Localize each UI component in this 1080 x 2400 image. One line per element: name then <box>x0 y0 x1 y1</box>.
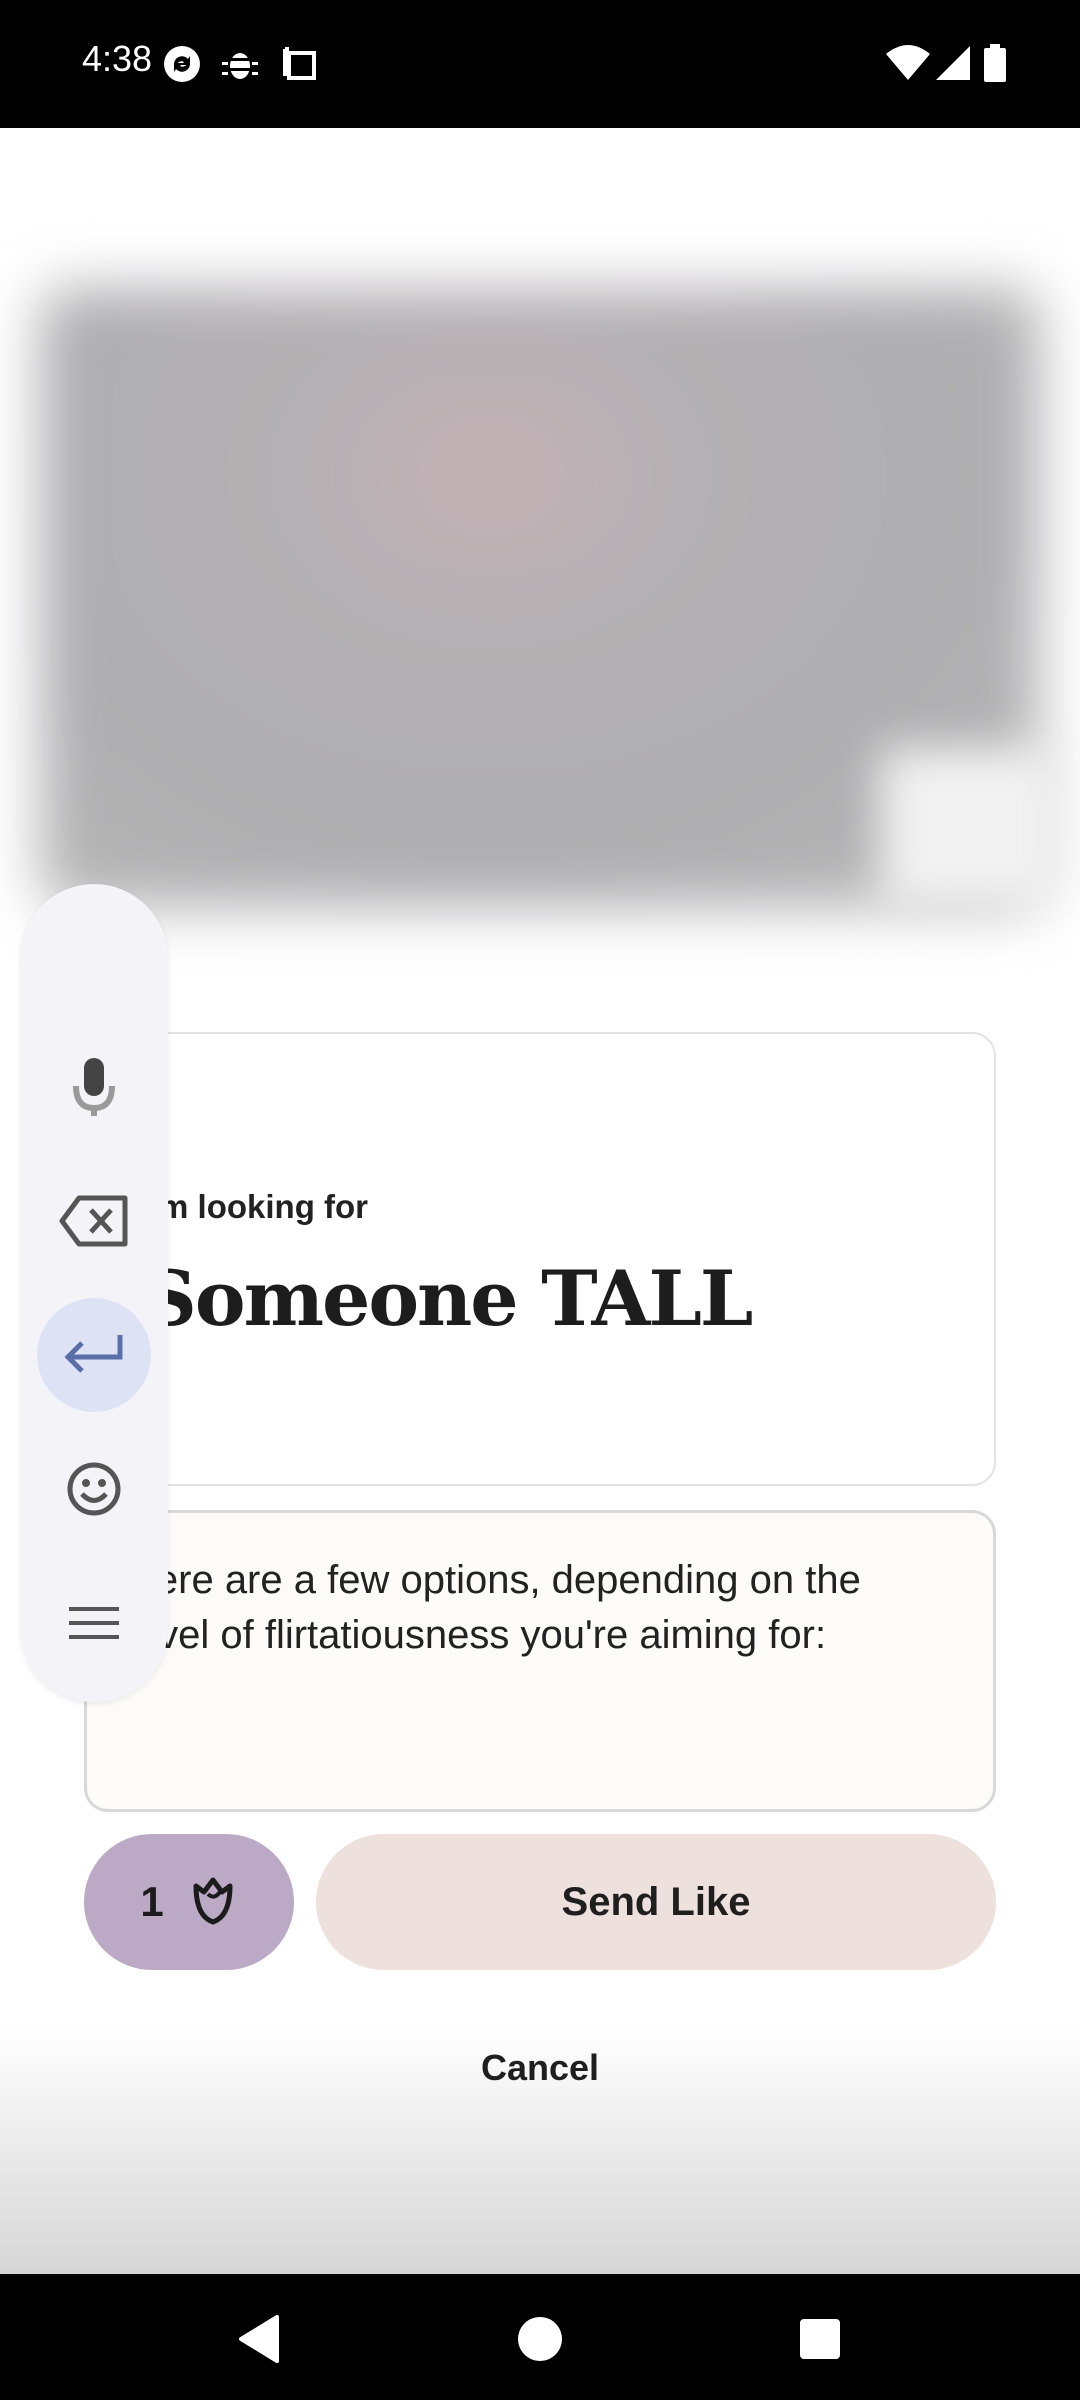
rose-icon <box>188 1872 238 1933</box>
recents-icon[interactable] <box>775 2294 865 2384</box>
comment-input[interactable]: Here are a few options, depending on the… <box>84 1510 996 1812</box>
home-icon[interactable] <box>495 2294 585 2384</box>
menu-icon[interactable] <box>37 1566 151 1680</box>
prompt-answer: Someone TALL <box>142 1254 753 1343</box>
prompt-card: I'm looking for Someone TALL <box>84 1032 996 1486</box>
bug-icon <box>222 44 262 84</box>
enter-icon[interactable] <box>37 1298 151 1412</box>
comment-text: Here are a few options, depending on the… <box>127 1558 861 1657</box>
navigation-bar <box>0 2274 1080 2400</box>
prompt-label: I'm looking for <box>142 1188 369 1225</box>
cancel-button[interactable]: Cancel <box>440 2028 640 2108</box>
sync-icon <box>162 44 202 84</box>
back-icon[interactable] <box>214 2294 304 2384</box>
battery-icon <box>984 44 1006 89</box>
status-time: 4:38 <box>82 38 153 79</box>
send-like-button[interactable]: Send Like <box>316 1834 996 1970</box>
send-like-label: Send Like <box>561 1879 751 1924</box>
status-bar: 4:38 <box>0 0 1080 128</box>
profile-like-screen: I'm looking for Someone TALL Here are a … <box>0 128 1080 2274</box>
blurred-photo-highlight <box>880 748 1060 908</box>
signal-icon <box>936 44 972 87</box>
keyboard-toolbar <box>20 884 168 1702</box>
wifi-icon <box>886 44 930 87</box>
cancel-label: Cancel <box>480 2047 600 2088</box>
emoji-icon[interactable] <box>37 1432 151 1546</box>
backspace-icon[interactable] <box>37 1164 151 1278</box>
rose-button[interactable]: 1 <box>84 1834 294 1970</box>
rose-count: 1 <box>140 1878 164 1925</box>
screenshot-icon <box>280 44 320 84</box>
microphone-icon[interactable] <box>37 1030 151 1144</box>
